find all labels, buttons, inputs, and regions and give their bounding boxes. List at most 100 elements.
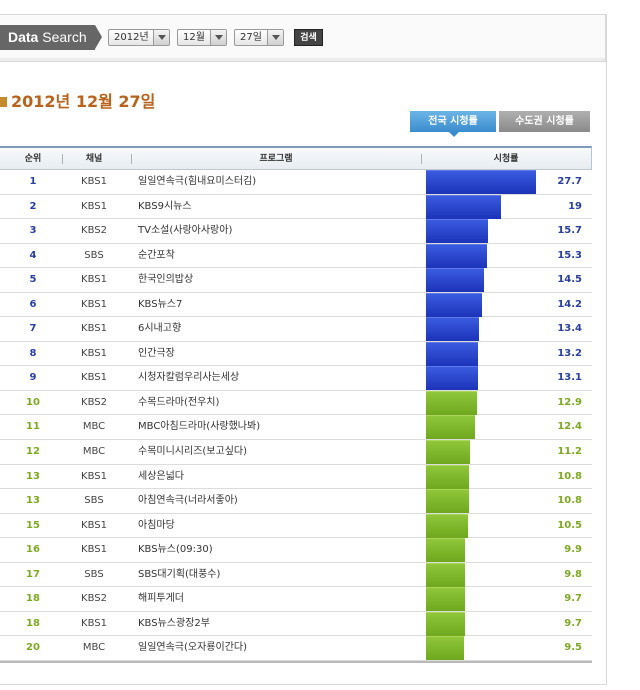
header-program: 프로그램	[259, 154, 293, 164]
rank-cell: 11	[26, 421, 40, 433]
day-select[interactable]: 27일	[234, 29, 284, 46]
ratings-table: 순위 채널 프로그램 시청률 1 KBS1 일일연속극(힘내요미스터김) 27.7 2 K…	[0, 146, 592, 663]
rating-value: 13.1	[557, 372, 582, 384]
program-cell: 일일연속극(힘내요미스터김)	[138, 176, 257, 187]
table-row: 6 KBS1 KBS뉴스7 14.2	[0, 292, 592, 318]
table-row: 1 KBS1 일일연속극(힘내요미스터김) 27.7	[0, 170, 592, 195]
rank-cell: 10	[26, 396, 40, 408]
channel-cell: KBS1	[81, 274, 107, 286]
program-cell: 수목드라마(전우치)	[138, 396, 220, 408]
rank-cell: 13	[26, 495, 40, 507]
tab-capital-rating[interactable]: 수도권 시청률	[499, 111, 590, 132]
rating-value: 10.8	[557, 470, 582, 482]
rating-value: 10.5	[557, 519, 582, 531]
table-row: 9 KBS1 시청자칼럼우리사는세상 13.1	[0, 366, 592, 391]
data-search-panel: Data Search 2012년 12월 27일 검색	[0, 14, 606, 62]
channel-cell: KBS1	[81, 544, 107, 556]
chevron-down-icon	[153, 30, 169, 45]
table-row: 16 KBS1 KBS뉴스(09:30) 9.9	[0, 538, 592, 563]
table-row: 3 KBS2 TV소설(사랑아사랑아) 15.7	[0, 219, 592, 244]
table-body: 1 KBS1 일일연속극(힘내요미스터김) 27.7 2 KBS1 KBS9시뉴스 19 3 KB…	[0, 170, 592, 661]
rating-bar	[426, 268, 484, 293]
rating-value: 13.4	[557, 323, 582, 335]
channel-cell: KBS1	[81, 298, 107, 310]
channel-cell: MBC	[82, 446, 106, 458]
rating-bar	[426, 390, 477, 415]
rating-value: 14.5	[557, 274, 582, 286]
rating-bar	[426, 489, 469, 514]
table-row: 18 KBS2 해피투게더 9.7	[0, 587, 592, 612]
rating-value: 15.3	[557, 249, 582, 261]
table-row: 7 KBS1 6시내고향 13.4	[0, 317, 592, 342]
date-heading: 2012년 12월 27일	[0, 88, 155, 112]
table-row: 17 SBS SBS대기획(대풍수) 9.8	[0, 562, 592, 588]
chevron-down-icon	[210, 30, 226, 45]
chevron-down-icon	[267, 30, 283, 45]
rank-cell: 18	[26, 593, 40, 605]
rating-value: 14.2	[557, 298, 582, 310]
rating-value: 19	[568, 200, 582, 212]
channel-cell: KBS2	[81, 225, 107, 237]
table-row: 20 MBC 일일연속극(오자룡이간다) 9.5	[0, 636, 592, 661]
rating-value: 11.2	[557, 446, 582, 458]
data-search-label: Data Search	[0, 25, 95, 50]
program-cell: 해피투게더	[138, 593, 184, 605]
tab-national-rating[interactable]: 전국 시청률	[410, 111, 496, 137]
rank-cell: 8	[29, 347, 37, 359]
program-cell: 시청자칼럼우리사는세상	[138, 372, 240, 384]
rating-bar	[426, 194, 501, 219]
rank-cell: 7	[29, 323, 37, 335]
rank-cell: 4	[29, 249, 37, 261]
channel-cell: SBS	[84, 568, 104, 580]
rank-cell: 20	[26, 642, 40, 654]
program-cell: KBS뉴스광장2부	[138, 617, 210, 629]
channel-cell: MBC	[82, 642, 106, 654]
table-row: 12 MBC 수목미니시리즈(보고싶다) 11.2	[0, 440, 592, 465]
program-cell: 일일연속극(오자룡이간다)	[138, 642, 248, 654]
program-cell: 수목미니시리즈(보고싶다)	[138, 446, 248, 458]
channel-cell: KBS1	[81, 519, 107, 531]
channel-cell: SBS	[84, 495, 104, 507]
program-cell: SBS대기획(대풍수)	[138, 568, 221, 580]
rank-cell: 13	[26, 470, 40, 482]
table-footer-line	[0, 660, 592, 663]
channel-cell: KBS2	[81, 593, 107, 605]
rank-cell: 2	[29, 200, 37, 212]
header-channel: 채널	[85, 154, 103, 164]
rank-cell: 16	[26, 544, 40, 556]
table-row: 15 KBS1 아침마당 10.5	[0, 513, 592, 539]
program-cell: MBC아침드라마(사랑했나봐)	[138, 421, 261, 433]
channel-cell: KBS1	[81, 617, 107, 629]
channel-cell: KBS1	[81, 323, 107, 335]
rating-bar	[426, 341, 478, 366]
rating-bar	[426, 170, 536, 194]
channel-cell: MBC	[82, 421, 106, 433]
rating-bar	[426, 636, 464, 661]
rating-value: 9.9	[564, 544, 582, 556]
month-select[interactable]: 12월	[177, 29, 227, 46]
date-bullet-icon	[0, 97, 7, 107]
header-rank: 순위	[24, 154, 42, 164]
rating-value: 12.4	[557, 421, 582, 433]
channel-cell: KBS1	[81, 372, 107, 384]
rating-bar	[426, 464, 469, 489]
channel-cell: KBS1	[81, 176, 107, 187]
channel-cell: KBS1	[81, 200, 107, 212]
rating-bar	[426, 243, 487, 268]
rating-bar	[426, 538, 465, 563]
program-cell: 순간포착	[138, 249, 175, 261]
rating-value: 15.7	[557, 225, 582, 237]
page-root: Data Search 2012년 12월 27일 검색 2012년 12월 2…	[0, 0, 640, 690]
table-row: 2 KBS1 KBS9시뉴스 19	[0, 194, 592, 220]
search-button[interactable]: 검색	[294, 29, 323, 46]
program-cell: 한국인의밥상	[138, 274, 194, 286]
program-cell: KBS뉴스(09:30)	[138, 544, 213, 556]
rank-cell: 9	[29, 372, 37, 384]
channel-cell: KBS1	[81, 470, 107, 482]
program-cell: 아침연속극(너라서좋아)	[138, 495, 238, 507]
rank-cell: 18	[26, 617, 40, 629]
rank-cell: 12	[26, 446, 40, 458]
year-select[interactable]: 2012년	[108, 29, 170, 46]
table-row: 13 SBS 아침연속극(너라서좋아) 10.8	[0, 489, 592, 514]
program-cell: KBS9시뉴스	[138, 200, 192, 212]
